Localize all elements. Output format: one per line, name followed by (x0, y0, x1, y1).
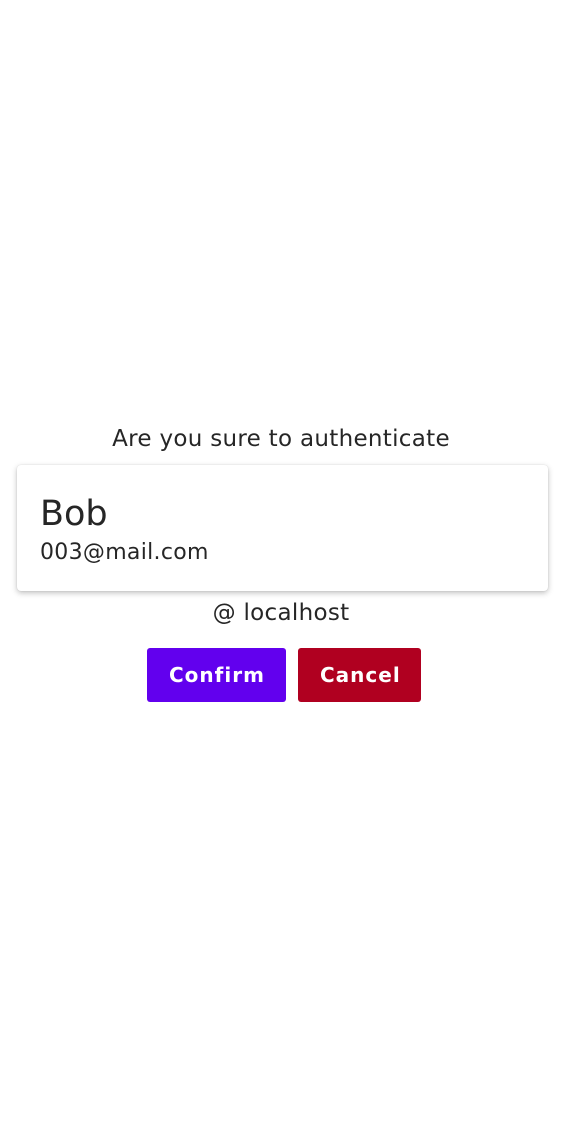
action-buttons: Confirm Cancel (0, 648, 562, 702)
auth-confirm-page: Are you sure to authenticate Bob 003@mai… (0, 0, 562, 1132)
cancel-button[interactable]: Cancel (298, 648, 421, 702)
host-label: @ localhost (212, 600, 350, 626)
auth-prompt: Are you sure to authenticate (112, 426, 450, 452)
confirm-button[interactable]: Confirm (147, 648, 286, 702)
user-card: Bob 003@mail.com (17, 465, 548, 591)
user-name: Bob (40, 494, 108, 534)
user-email: 003@mail.com (40, 540, 209, 565)
